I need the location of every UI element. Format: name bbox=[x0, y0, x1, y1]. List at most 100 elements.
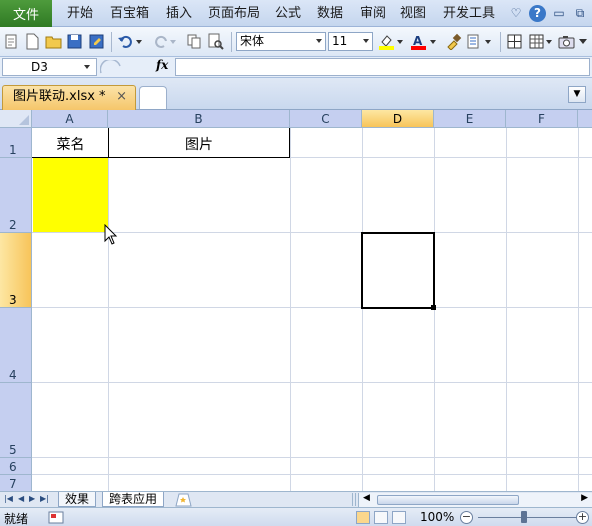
redo-icon[interactable] bbox=[153, 33, 170, 50]
help-icon[interactable]: ? bbox=[529, 4, 546, 22]
gridline bbox=[32, 307, 592, 308]
column-header-d[interactable]: D bbox=[362, 110, 434, 128]
gridline bbox=[290, 128, 291, 491]
restore-icon[interactable]: ⧉ bbox=[572, 4, 588, 22]
new-tab-button[interactable] bbox=[139, 86, 167, 109]
page-break-view-icon[interactable] bbox=[392, 511, 406, 524]
row-header-1[interactable]: 1 bbox=[0, 128, 32, 158]
column-header-b[interactable]: B bbox=[108, 110, 290, 128]
table-icon[interactable] bbox=[528, 33, 545, 50]
font-name-select[interactable]: 宋体 bbox=[236, 32, 326, 51]
copy-icon[interactable] bbox=[186, 33, 203, 50]
status-text: 就绪 bbox=[4, 512, 29, 526]
document-tab-title: 图片联动.xlsx * bbox=[13, 89, 106, 104]
menu-view[interactable]: 视图 bbox=[400, 0, 426, 27]
fill-color-icon[interactable] bbox=[378, 33, 395, 50]
next-sheet-icon[interactable]: ▶ bbox=[29, 494, 35, 503]
zoom-level[interactable]: 100% bbox=[420, 510, 454, 524]
horizontal-scroll-thumb[interactable] bbox=[377, 495, 519, 505]
formula-bar: D3 fx bbox=[0, 57, 592, 78]
selected-cell-d3[interactable] bbox=[361, 232, 435, 309]
tab-list-dropdown-icon[interactable]: ▼ bbox=[568, 86, 586, 103]
scroll-left-icon[interactable]: ◀ bbox=[363, 493, 370, 503]
borders-icon[interactable] bbox=[506, 33, 523, 50]
insert-sheet-icon[interactable] bbox=[174, 493, 194, 507]
document-tab[interactable]: 图片联动.xlsx * × bbox=[2, 85, 136, 110]
menu-toolbox[interactable]: 百宝箱 bbox=[110, 0, 149, 27]
format-painter-icon[interactable] bbox=[445, 33, 462, 50]
menu-formulas[interactable]: 公式 bbox=[275, 0, 301, 27]
font-color-icon[interactable]: A bbox=[410, 33, 427, 50]
toolbar-separator bbox=[111, 32, 112, 52]
mouse-cursor-icon bbox=[104, 224, 118, 245]
column-header-f[interactable]: F bbox=[506, 110, 578, 128]
font-color-dropdown-icon[interactable] bbox=[429, 33, 437, 50]
undo-icon[interactable] bbox=[117, 33, 134, 50]
column-header-c[interactable]: C bbox=[290, 110, 362, 128]
print-preview-icon[interactable] bbox=[207, 33, 224, 50]
horizontal-scrollbar[interactable]: ◀ ▶ bbox=[358, 493, 592, 507]
name-box[interactable]: D3 bbox=[2, 58, 97, 76]
row-header-5[interactable]: 5 bbox=[0, 383, 32, 458]
cell-b1[interactable]: 图片 bbox=[109, 134, 289, 154]
svg-text:A: A bbox=[413, 34, 423, 48]
redo-dropdown-icon[interactable] bbox=[169, 33, 177, 50]
cell-format-icon[interactable] bbox=[466, 33, 483, 50]
row-header-3[interactable]: 3 bbox=[0, 233, 32, 308]
fill-color-dropdown-icon[interactable] bbox=[396, 33, 404, 50]
gridline bbox=[32, 382, 592, 383]
row-header-6[interactable]: 6 bbox=[0, 458, 32, 475]
column-header-a[interactable]: A bbox=[32, 110, 108, 128]
table-dropdown-icon[interactable] bbox=[545, 33, 553, 50]
save-as-icon[interactable] bbox=[88, 33, 105, 50]
menu-data[interactable]: 数据 bbox=[317, 0, 343, 27]
undo-dropdown-icon[interactable] bbox=[135, 33, 143, 50]
toolbar-more-icon[interactable] bbox=[577, 33, 589, 50]
sheet-tab-effect[interactable]: 效果 bbox=[58, 492, 97, 507]
zoom-in-icon[interactable]: + bbox=[576, 511, 589, 524]
file-menu[interactable]: 文件 bbox=[0, 0, 52, 27]
sheet-tab-cross-sheet[interactable]: 跨表应用 bbox=[102, 492, 165, 507]
font-size-select[interactable]: 11 bbox=[328, 32, 373, 51]
zoom-slider-track[interactable] bbox=[478, 517, 576, 518]
document-tabs: 图片联动.xlsx * × ▼ bbox=[0, 78, 592, 110]
zoom-slider-thumb[interactable] bbox=[521, 511, 527, 523]
formula-cancel-icon[interactable] bbox=[100, 60, 122, 74]
menu-insert[interactable]: 插入 bbox=[166, 0, 192, 27]
scroll-right-icon[interactable]: ▶ bbox=[581, 493, 588, 503]
minimize-icon[interactable]: ▭ bbox=[551, 4, 567, 22]
menu-page-layout[interactable]: 页面布局 bbox=[208, 0, 260, 27]
zoom-out-icon[interactable]: − bbox=[460, 511, 473, 524]
last-sheet-icon[interactable]: ▶| bbox=[40, 494, 49, 503]
cell-format-dropdown-icon[interactable] bbox=[484, 33, 492, 50]
prev-sheet-icon[interactable]: ◀ bbox=[18, 494, 24, 503]
save-icon[interactable] bbox=[66, 33, 83, 50]
fill-handle[interactable] bbox=[431, 305, 436, 310]
cell-a2-highlight[interactable] bbox=[33, 158, 108, 232]
row-header-7[interactable]: 7 bbox=[0, 475, 32, 491]
toolbar-separator bbox=[231, 32, 232, 52]
select-all-corner[interactable] bbox=[0, 110, 32, 128]
menu-developer[interactable]: 开发工具 bbox=[443, 0, 495, 27]
macro-record-icon[interactable] bbox=[48, 511, 64, 524]
new-file-icon[interactable] bbox=[24, 33, 41, 50]
worksheet-grid[interactable]: A B C D E F 1 2 3 4 5 6 7 菜名 图片 bbox=[0, 110, 592, 491]
menu-home[interactable]: 开始 bbox=[67, 0, 93, 27]
page-layout-view-icon[interactable] bbox=[374, 511, 388, 524]
row-header-2[interactable]: 2 bbox=[0, 158, 32, 233]
camera-icon[interactable] bbox=[558, 33, 575, 50]
open-template-icon[interactable] bbox=[3, 33, 20, 50]
open-folder-icon[interactable] bbox=[45, 33, 62, 50]
column-header-e[interactable]: E bbox=[434, 110, 506, 128]
menu-review[interactable]: 审阅 bbox=[360, 0, 386, 27]
column-header-g[interactable] bbox=[578, 110, 592, 128]
tab-split-handle[interactable] bbox=[352, 493, 356, 506]
first-sheet-icon[interactable]: |◀ bbox=[4, 494, 13, 503]
cell-a1[interactable]: 菜名 bbox=[33, 134, 108, 154]
ribbon-collapse-icon[interactable]: ♡ bbox=[508, 4, 524, 22]
normal-view-icon[interactable] bbox=[356, 511, 370, 524]
formula-input[interactable] bbox=[175, 58, 590, 76]
row-header-4[interactable]: 4 bbox=[0, 308, 32, 383]
close-icon[interactable]: × bbox=[116, 86, 127, 108]
insert-function-button[interactable]: fx bbox=[156, 58, 168, 72]
